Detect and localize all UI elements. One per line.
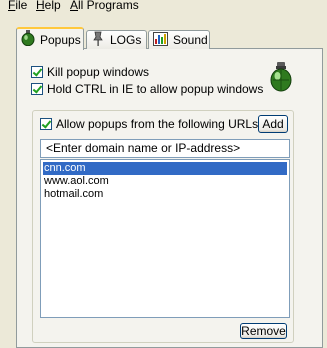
tab-sound[interactable]: Sound xyxy=(148,30,210,49)
url-input[interactable]: <Enter domain name or IP-address> xyxy=(40,139,290,158)
hold-ctrl-option[interactable]: Hold CTRL in IE to allow popup windows xyxy=(31,82,263,96)
url-list-item[interactable]: cnn.com xyxy=(43,162,287,175)
kill-popups-checkbox[interactable] xyxy=(31,66,43,78)
url-list-item[interactable]: www.aol.com xyxy=(43,175,287,188)
tab-label: Popups xyxy=(40,32,81,47)
remove-button[interactable]: Remove xyxy=(240,323,287,339)
grenade-icon xyxy=(21,30,35,49)
sound-icon xyxy=(153,31,168,49)
menu-all-programs[interactable]: All Programs xyxy=(70,0,139,12)
allow-popups-option[interactable]: Allow popups from the following URLs xyxy=(40,117,258,131)
url-list[interactable]: cnn.com www.aol.com hotmail.com xyxy=(40,159,290,318)
hold-ctrl-checkbox[interactable] xyxy=(31,83,43,95)
menu-help[interactable]: Help xyxy=(36,0,61,12)
menu-bar: File Help All Programs xyxy=(0,0,327,14)
allow-popups-label: Allow popups from the following URLs xyxy=(56,117,259,131)
menu-file[interactable]: File xyxy=(8,0,27,12)
tab-label: LOGs xyxy=(110,33,142,47)
kill-popups-label: Kill popup windows xyxy=(47,65,150,79)
add-button[interactable]: Add xyxy=(258,115,288,133)
allow-popups-checkbox[interactable] xyxy=(40,118,52,130)
hold-ctrl-label: Hold CTRL in IE to allow popup windows xyxy=(47,82,264,96)
tab-logs[interactable]: LOGs xyxy=(86,30,147,49)
url-list-item[interactable]: hotmail.com xyxy=(43,188,287,201)
grenade-icon xyxy=(270,62,292,95)
kill-popups-option[interactable]: Kill popup windows xyxy=(31,65,149,79)
tab-label: Sound xyxy=(173,33,208,47)
tab-popups[interactable]: Popups xyxy=(16,27,84,50)
pin-icon xyxy=(91,31,105,50)
